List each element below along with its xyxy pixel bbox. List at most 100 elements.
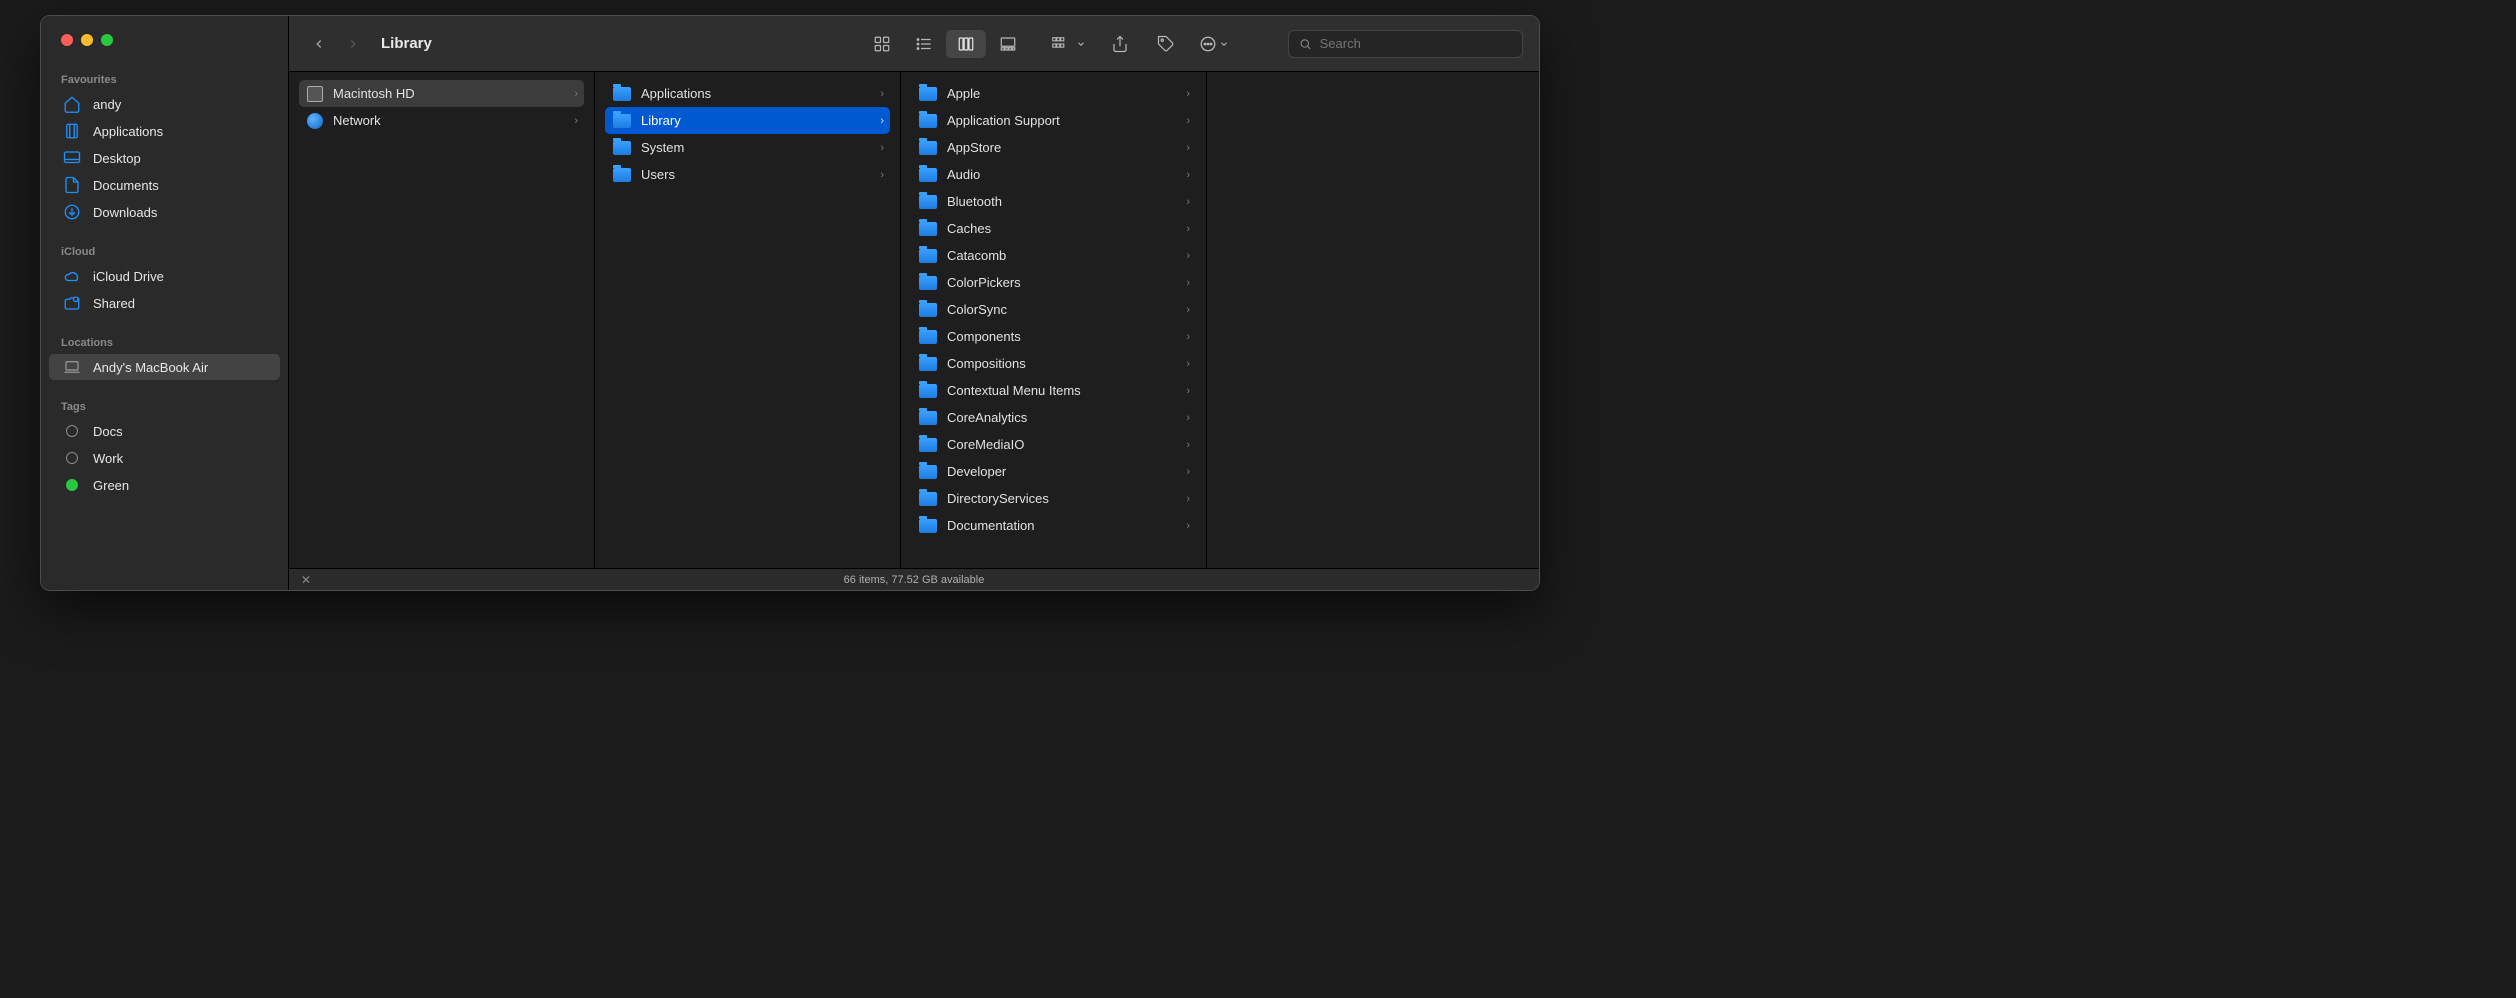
- file-label: Caches: [947, 221, 991, 236]
- back-button[interactable]: [305, 30, 333, 58]
- folder-icon: [919, 330, 937, 344]
- zoom-window-button[interactable]: [101, 34, 113, 46]
- file-label: Applications: [641, 86, 711, 101]
- finder-window: FavouritesandyApplicationsDesktopDocumen…: [40, 15, 1540, 591]
- file-row[interactable]: Apple ›: [911, 80, 1196, 107]
- file-row[interactable]: Network›: [299, 107, 584, 134]
- toolbar: Library: [289, 16, 1539, 72]
- action-menu-button[interactable]: [1192, 30, 1236, 58]
- folder-icon: [919, 222, 937, 236]
- folder-icon: [919, 411, 937, 425]
- file-row[interactable]: System›: [605, 134, 890, 161]
- search-field[interactable]: [1288, 30, 1523, 58]
- folder-icon: [613, 114, 631, 128]
- sidebar-item[interactable]: Work: [49, 445, 280, 471]
- file-label: Developer: [947, 464, 1006, 479]
- file-row[interactable]: CoreAnalytics›: [911, 404, 1196, 431]
- path-bar-close-button[interactable]: ✕: [301, 573, 311, 587]
- file-label: Audio: [947, 167, 980, 182]
- file-label: Documentation: [947, 518, 1034, 533]
- sidebar-item[interactable]: Applications: [49, 118, 280, 144]
- sidebar-item[interactable]: Documents: [49, 172, 280, 198]
- folder-icon: [613, 168, 631, 182]
- file-row[interactable]: AppStore›: [911, 134, 1196, 161]
- tagdot: [63, 476, 81, 494]
- file-row[interactable]: Applications›: [605, 80, 890, 107]
- file-label: ColorSync: [947, 302, 1007, 317]
- share-button[interactable]: [1100, 30, 1140, 58]
- forward-button[interactable]: [339, 30, 367, 58]
- chevron-right-icon: ›: [1186, 169, 1190, 181]
- file-row[interactable]: Bluetooth›: [911, 188, 1196, 215]
- group-by-button[interactable]: [1044, 30, 1094, 58]
- sidebar-item[interactable]: Shared: [49, 290, 280, 316]
- close-window-button[interactable]: [61, 34, 73, 46]
- file-row[interactable]: Library›: [605, 107, 890, 134]
- sidebar-item[interactable]: Desktop: [49, 145, 280, 171]
- file-label: Contextual Menu Items: [947, 383, 1081, 398]
- folder-icon: [919, 303, 937, 317]
- folder-icon: [919, 195, 937, 209]
- minimize-window-button[interactable]: [81, 34, 93, 46]
- folder-icon: [919, 87, 937, 101]
- chevron-right-icon: ›: [574, 88, 578, 100]
- sidebar-item-label: Applications: [93, 124, 163, 139]
- file-row[interactable]: ColorPickers›: [911, 269, 1196, 296]
- sidebar-item-label: andy: [93, 97, 121, 112]
- file-row[interactable]: Users ›: [605, 161, 890, 188]
- sidebar-item-label: Andy's MacBook Air: [93, 360, 208, 375]
- browser-column: [1207, 72, 1539, 568]
- file-row[interactable]: ColorSync ›: [911, 296, 1196, 323]
- chevron-right-icon: ›: [1186, 385, 1190, 397]
- file-row[interactable]: CoreMediaIO›: [911, 431, 1196, 458]
- tags-button[interactable]: [1146, 30, 1186, 58]
- gallery-view-button[interactable]: [988, 30, 1028, 58]
- file-row[interactable]: Macintosh HD ›: [299, 80, 584, 107]
- sidebar-item-label: Documents: [93, 178, 159, 193]
- desktop-icon: [63, 149, 81, 167]
- chevron-right-icon: ›: [880, 115, 884, 127]
- file-row[interactable]: DirectoryServices ›: [911, 485, 1196, 512]
- sidebar-item[interactable]: Docs: [49, 418, 280, 444]
- tagdot: [63, 449, 81, 467]
- sidebar-item[interactable]: Green: [49, 472, 280, 498]
- folder-icon: [919, 492, 937, 506]
- chevron-right-icon: ›: [1186, 493, 1190, 505]
- column-view-button[interactable]: [946, 30, 986, 58]
- chevron-right-icon: ›: [1186, 88, 1190, 100]
- chevron-right-icon: ›: [880, 169, 884, 181]
- sidebar-item[interactable]: Downloads: [49, 199, 280, 225]
- file-row[interactable]: Documentation›: [911, 512, 1196, 539]
- file-row[interactable]: Contextual Menu Items ›: [911, 377, 1196, 404]
- folder-icon: [919, 114, 937, 128]
- file-row[interactable]: Application Support›: [911, 107, 1196, 134]
- sidebar-section-label: iCloud: [41, 240, 288, 262]
- chevron-right-icon: ›: [1186, 304, 1190, 316]
- folder-icon: [919, 249, 937, 263]
- file-label: Users: [641, 167, 675, 182]
- app-icon: [63, 122, 81, 140]
- sidebar-item-label: iCloud Drive: [93, 269, 164, 284]
- file-row[interactable]: Developer›: [911, 458, 1196, 485]
- browser-column: Macintosh HD›Network›: [289, 72, 595, 568]
- sidebar-item[interactable]: Andy's MacBook Air: [49, 354, 280, 380]
- file-label: DirectoryServices: [947, 491, 1049, 506]
- file-label: Macintosh HD: [333, 86, 415, 101]
- file-row[interactable]: Compositions›: [911, 350, 1196, 377]
- icon-view-button[interactable]: [862, 30, 902, 58]
- drive-icon: [307, 86, 323, 102]
- file-row[interactable]: Audio ›: [911, 161, 1196, 188]
- sidebar-item[interactable]: iCloud Drive: [49, 263, 280, 289]
- chevron-right-icon: ›: [574, 115, 578, 127]
- sidebar-item[interactable]: andy: [49, 91, 280, 117]
- browser-column: Apple›Application Support›AppStore›Audio…: [901, 72, 1207, 568]
- search-input[interactable]: [1320, 36, 1512, 51]
- chevron-right-icon: ›: [1186, 331, 1190, 343]
- file-row[interactable]: Caches›: [911, 215, 1196, 242]
- view-mode-group: [862, 30, 1028, 58]
- file-row[interactable]: Components›: [911, 323, 1196, 350]
- file-label: Apple: [947, 86, 980, 101]
- list-view-button[interactable]: [904, 30, 944, 58]
- folder-icon: [919, 276, 937, 290]
- file-row[interactable]: Catacomb›: [911, 242, 1196, 269]
